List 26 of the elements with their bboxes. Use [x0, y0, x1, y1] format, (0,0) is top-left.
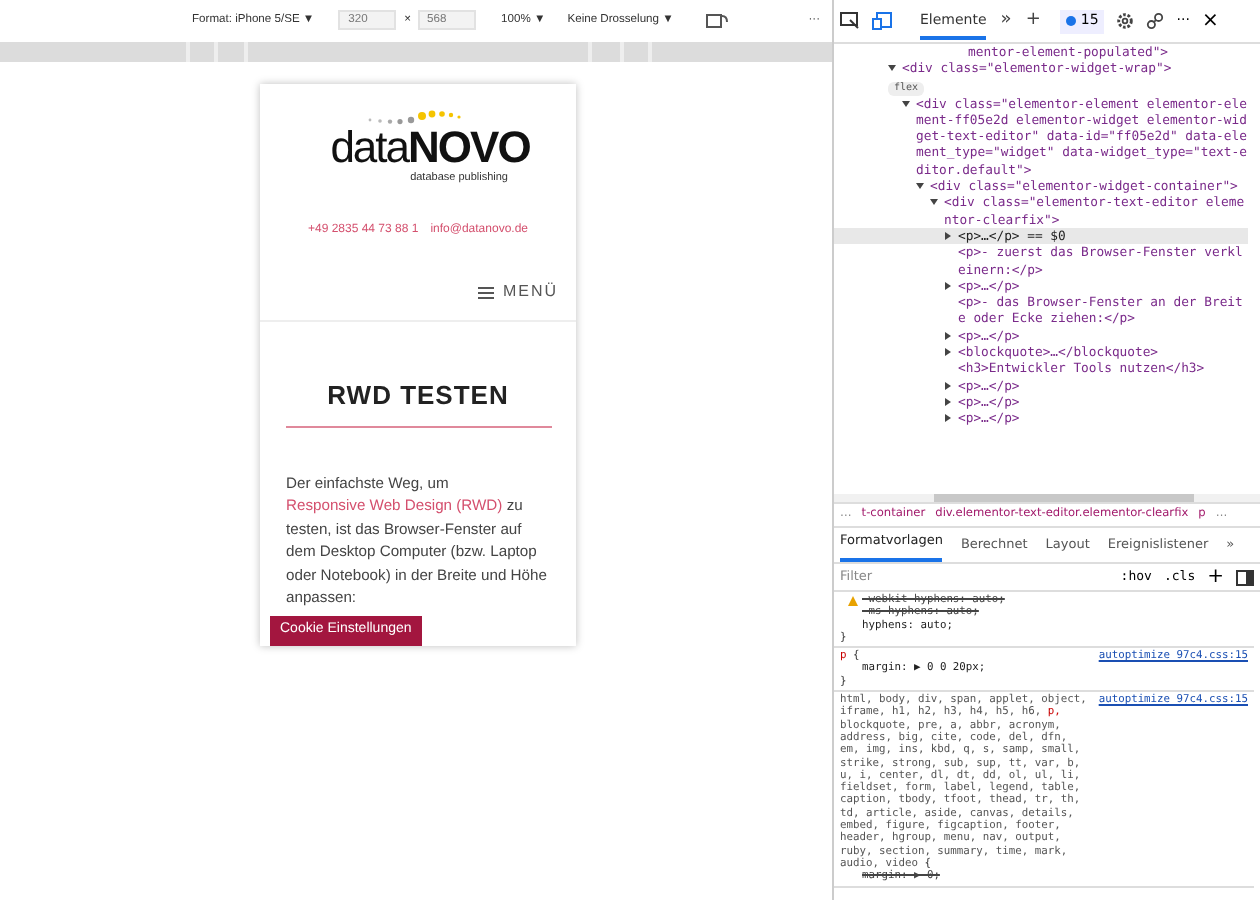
expanded-arrow-icon[interactable]	[902, 99, 910, 108]
expanded-arrow-icon[interactable]	[888, 64, 896, 73]
collapsed-arrow-icon[interactable]	[944, 397, 952, 406]
collapsed-arrow-icon[interactable]	[944, 231, 952, 240]
new-rule-button[interactable]: +	[1207, 562, 1224, 592]
collapsed-arrow-icon[interactable]	[944, 381, 952, 390]
connection-icon[interactable]	[1146, 12, 1165, 30]
horizontal-scrollbar[interactable]	[934, 494, 1194, 502]
rotate-icon[interactable]	[705, 11, 728, 29]
panel-tab[interactable]: »	[1000, 7, 1012, 35]
menu-button[interactable]: MENÜ	[502, 280, 558, 305]
collapsed-arrow-icon[interactable]	[944, 414, 952, 423]
menu-icon[interactable]	[478, 285, 495, 300]
settings-icon[interactable]	[1116, 12, 1135, 30]
logo-wordmark: dataNOVO	[330, 126, 530, 170]
collapsed-arrow-icon[interactable]	[944, 348, 952, 357]
sidebar-toggle-icon[interactable]	[1236, 569, 1254, 585]
close-button[interactable]: ×	[1201, 6, 1219, 36]
collapsed-arrow-icon[interactable]	[944, 331, 952, 340]
page-heading: RWD TESTEN	[327, 378, 509, 415]
device-toolbar-icon[interactable]	[872, 12, 892, 30]
expanded-arrow-icon[interactable]	[916, 182, 924, 191]
expanded-arrow-icon[interactable]	[930, 198, 938, 207]
inspect-icon[interactable]	[840, 12, 860, 30]
panel-tab[interactable]: +	[1025, 7, 1041, 35]
collapsed-arrow-icon[interactable]	[944, 281, 952, 290]
